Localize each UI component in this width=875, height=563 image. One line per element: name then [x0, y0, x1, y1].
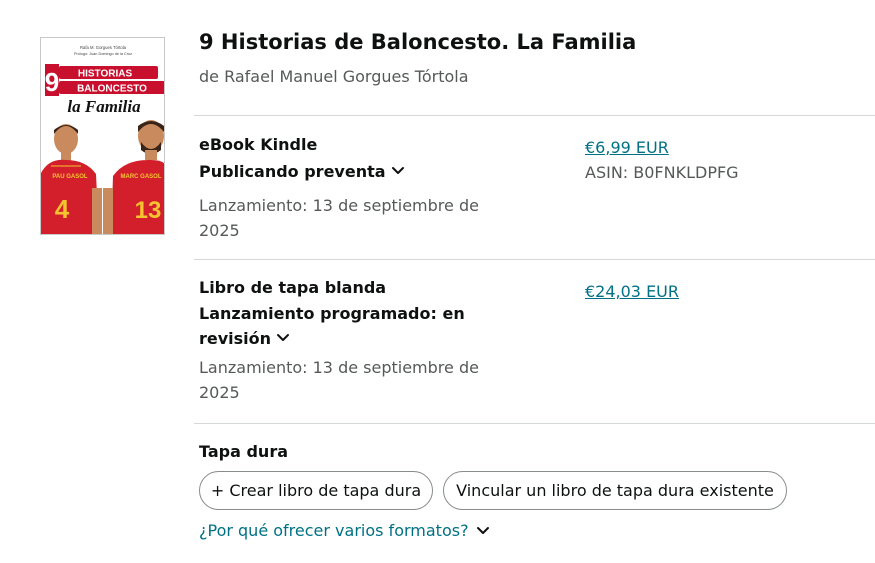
- book-cover-image: Rafa M. Gorgues Tórtola Prólogo: Juan Do…: [40, 37, 165, 235]
- price-link-ebook[interactable]: €6,99 EUR: [585, 138, 669, 157]
- format-name-ebook: eBook Kindle: [199, 135, 318, 154]
- format-name-paperback: Libro de tapa blanda: [199, 278, 387, 297]
- why-formats-link[interactable]: ¿Por qué ofrecer varios formatos?: [199, 521, 491, 542]
- cover-player-right-name: MARC GASOL: [121, 174, 162, 180]
- asin-ebook: ASIN: B0FNKLDPFG: [585, 163, 739, 182]
- cover-word-de: de: [154, 71, 160, 76]
- cover-author-line: Rafa M. Gorgues Tórtola: [80, 45, 127, 50]
- book-title: 9 Historias de Baloncesto. La Familia: [199, 30, 637, 54]
- status-label-paperback-line1: Lanzamiento programado: en: [199, 304, 465, 323]
- chevron-down-icon: [275, 327, 291, 352]
- format-name-hardcover: Tapa dura: [199, 442, 288, 461]
- price-link-paperback[interactable]: €24,03 EUR: [585, 282, 679, 301]
- divider: [194, 259, 875, 260]
- link-hardcover-button[interactable]: Vincular un libro de tapa dura existente: [443, 471, 787, 510]
- cover-prologue-line: Prólogo: Juan Domingo de la Cruz: [74, 52, 132, 56]
- cover-player-left-number: 4: [55, 194, 70, 224]
- divider: [194, 115, 875, 116]
- release-date-paperback: Lanzamiento: 13 de septiembre de 2025: [199, 358, 479, 402]
- why-formats-label: ¿Por qué ofrecer varios formatos?: [199, 521, 469, 540]
- status-label-ebook: Publicando preventa: [199, 162, 386, 181]
- cover-player-right-number: 13: [135, 197, 162, 224]
- status-dropdown-paperback[interactable]: Lanzamiento programado: en revisión: [199, 301, 465, 352]
- status-label-paperback-line2: revisión: [199, 329, 272, 348]
- cover-word-historias: HISTORIAS: [78, 69, 133, 80]
- chevron-down-icon: [475, 522, 491, 542]
- cover-subtitle: la Familia: [67, 97, 141, 116]
- cover-word-baloncesto: BALONCESTO: [77, 84, 147, 95]
- cover-player-left-name: PAU GASOL: [52, 174, 88, 180]
- chevron-down-icon: [390, 160, 406, 185]
- divider: [194, 423, 875, 424]
- status-dropdown-ebook[interactable]: Publicando preventa: [199, 159, 406, 185]
- cover-number: 9: [45, 67, 59, 97]
- book-cover-art: Rafa M. Gorgues Tórtola Prólogo: Juan Do…: [41, 38, 164, 234]
- create-hardcover-button[interactable]: + Crear libro de tapa dura: [199, 471, 433, 510]
- release-date-ebook: Lanzamiento: 13 de septiembre de 2025: [199, 196, 479, 240]
- book-author: de Rafael Manuel Gorgues Tórtola: [199, 67, 469, 86]
